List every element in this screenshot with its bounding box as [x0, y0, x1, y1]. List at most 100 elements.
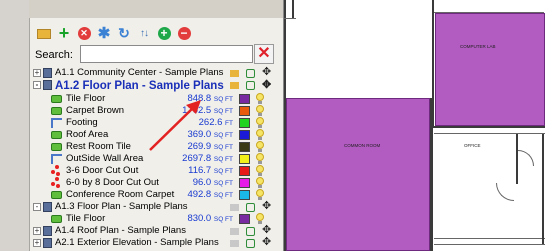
color-swatch[interactable] [239, 178, 250, 188]
condition-row[interactable]: 3-6 Door Cut Out 116.7 SQ FT [29, 165, 283, 177]
move-icon[interactable]: ✥ [262, 224, 271, 236]
condition-row[interactable]: Tile Floor 848.8 SQ FT [29, 93, 283, 105]
expander-icon[interactable]: + [33, 239, 41, 247]
layers-icon[interactable] [246, 203, 255, 212]
collapse-icon[interactable]: − [176, 25, 192, 41]
visibility-bulb-icon[interactable] [256, 129, 264, 140]
room-label: OFFICE [464, 143, 481, 148]
layers-icon[interactable] [246, 69, 255, 78]
color-swatch[interactable] [239, 166, 250, 176]
folder-icon[interactable] [36, 25, 52, 41]
refresh-icon[interactable]: ↻ [116, 25, 132, 41]
count-condition-icon [51, 177, 63, 189]
condition-label: OutSide Wall Area [66, 153, 144, 164]
visibility-bulb-icon[interactable] [256, 165, 264, 176]
plan-row[interactable]: + A1.1 Community Center - Sample Plans ✥ [29, 66, 283, 79]
color-swatch[interactable] [239, 130, 250, 140]
color-swatch[interactable] [239, 214, 250, 224]
wall [292, 0, 294, 18]
folder-icon[interactable] [230, 228, 239, 235]
plan-icon [43, 202, 52, 212]
plan-icon [43, 226, 52, 236]
plan-row[interactable]: + A1.4 Roof Plan - Sample Plans ✥ [29, 224, 283, 237]
visibility-bulb-icon[interactable] [256, 105, 264, 116]
plan-row[interactable]: - A1.3 Floor Plan - Sample Plans ✥ [29, 200, 283, 213]
plan-tools: ✥ [230, 200, 280, 213]
wall [284, 18, 296, 19]
expand-icon[interactable]: + [156, 25, 172, 41]
condition-row[interactable]: Rest Room Tile 269.9 SQ FT [29, 141, 283, 153]
layers-icon[interactable] [246, 81, 255, 90]
move-icon[interactable]: ✥ [262, 236, 271, 248]
linear-condition-icon [51, 154, 62, 164]
plan-label: A1.2 Floor Plan - Sample Plans [55, 80, 224, 92]
quantity-value: 96.0 [192, 177, 212, 188]
plan-row[interactable]: - A1.2 Floor Plan - Sample Plans ✥ [29, 79, 283, 93]
expander-icon[interactable]: - [33, 203, 41, 211]
area-condition-icon [51, 107, 62, 115]
layers-icon[interactable] [246, 239, 255, 248]
condition-row[interactable]: Conference Room Carpet 492.8 SQ FT [29, 189, 283, 201]
visibility-bulb-icon[interactable] [256, 177, 264, 188]
toolbar: + ✕ ✱ ↻ ↑↓ + − [36, 23, 192, 43]
quantity-unit: SQ FT [213, 144, 233, 151]
door-swing [496, 183, 514, 201]
clear-search-button[interactable]: ✕ [254, 44, 274, 64]
room-computer-lab[interactable] [435, 13, 545, 126]
quantity-value: 1702.5 [182, 105, 212, 116]
condition-row[interactable]: Roof Area 369.0 SQ FT [29, 129, 283, 141]
move-icon[interactable]: ✥ [262, 78, 271, 92]
visibility-bulb-icon[interactable] [256, 153, 264, 164]
condition-label: Conference Room Carpet [66, 189, 175, 200]
condition-row[interactable]: OutSide Wall Area 2697.8 SQ FT [29, 153, 283, 165]
visibility-bulb-icon[interactable] [256, 213, 264, 224]
condition-row[interactable]: Carpet Brown 1702.5 SQ FT [29, 105, 283, 117]
wall [434, 126, 545, 128]
quantity-value: 848.8 [187, 93, 212, 104]
visibility-bulb-icon[interactable] [256, 93, 264, 104]
color-swatch[interactable] [239, 106, 250, 116]
sort-icon[interactable]: ↑↓ [136, 25, 152, 41]
folder-icon[interactable] [230, 204, 239, 211]
expander-icon[interactable]: + [33, 227, 41, 235]
room-label: COMMON ROOM [344, 143, 381, 148]
condition-label: 3-6 Door Cut Out [66, 165, 139, 176]
condition-row[interactable]: Footing 262.6 FT [29, 117, 283, 129]
quantity-unit: SQ FT [213, 180, 233, 187]
plan-row[interactable]: + A2.1 Exterior Elevation - Sample Plans ✥ [29, 236, 283, 249]
move-icon[interactable]: ✥ [262, 66, 271, 78]
visibility-bulb-icon[interactable] [256, 117, 264, 128]
add-icon[interactable]: + [56, 24, 72, 42]
drawing-canvas[interactable]: COMPUTER LAB COMMON ROOM OFFICE [284, 0, 545, 251]
folder-icon[interactable] [230, 70, 239, 77]
folder-icon[interactable] [230, 82, 239, 89]
visibility-bulb-icon[interactable] [256, 141, 264, 152]
search-input[interactable] [80, 45, 253, 63]
plan-icon [43, 68, 52, 78]
expander-icon[interactable]: + [33, 69, 41, 77]
settings-icon[interactable]: ✱ [96, 25, 112, 42]
folder-icon[interactable] [230, 240, 239, 247]
visibility-bulb-icon[interactable] [256, 189, 264, 200]
quantity-unit: SQ FT [213, 216, 233, 223]
wall [542, 134, 544, 244]
color-swatch[interactable] [239, 118, 250, 128]
plan-tools: ✥ [230, 66, 280, 79]
room-common-room[interactable] [286, 98, 430, 251]
quantity-unit: FT [225, 120, 233, 127]
delete-icon[interactable]: ✕ [76, 25, 92, 41]
condition-label: Roof Area [66, 129, 109, 140]
color-swatch[interactable] [239, 142, 250, 152]
color-swatch[interactable] [239, 190, 250, 200]
layers-icon[interactable] [246, 227, 255, 236]
condition-row[interactable]: Tile Floor 830.0 SQ FT [29, 213, 283, 225]
color-swatch[interactable] [239, 94, 250, 104]
area-condition-icon [51, 191, 62, 199]
search-label: Search: [35, 49, 73, 61]
move-icon[interactable]: ✥ [262, 200, 271, 212]
color-swatch[interactable] [239, 154, 250, 164]
takeoff-panel: + ✕ ✱ ↻ ↑↓ + − Search: ✕ + A1.1 Community… [0, 0, 283, 251]
condition-row[interactable]: 6-0 by 8 Door Cut Out 96.0 SQ FT [29, 177, 283, 189]
expander-icon[interactable]: - [33, 81, 41, 89]
plan-icon [43, 238, 52, 248]
